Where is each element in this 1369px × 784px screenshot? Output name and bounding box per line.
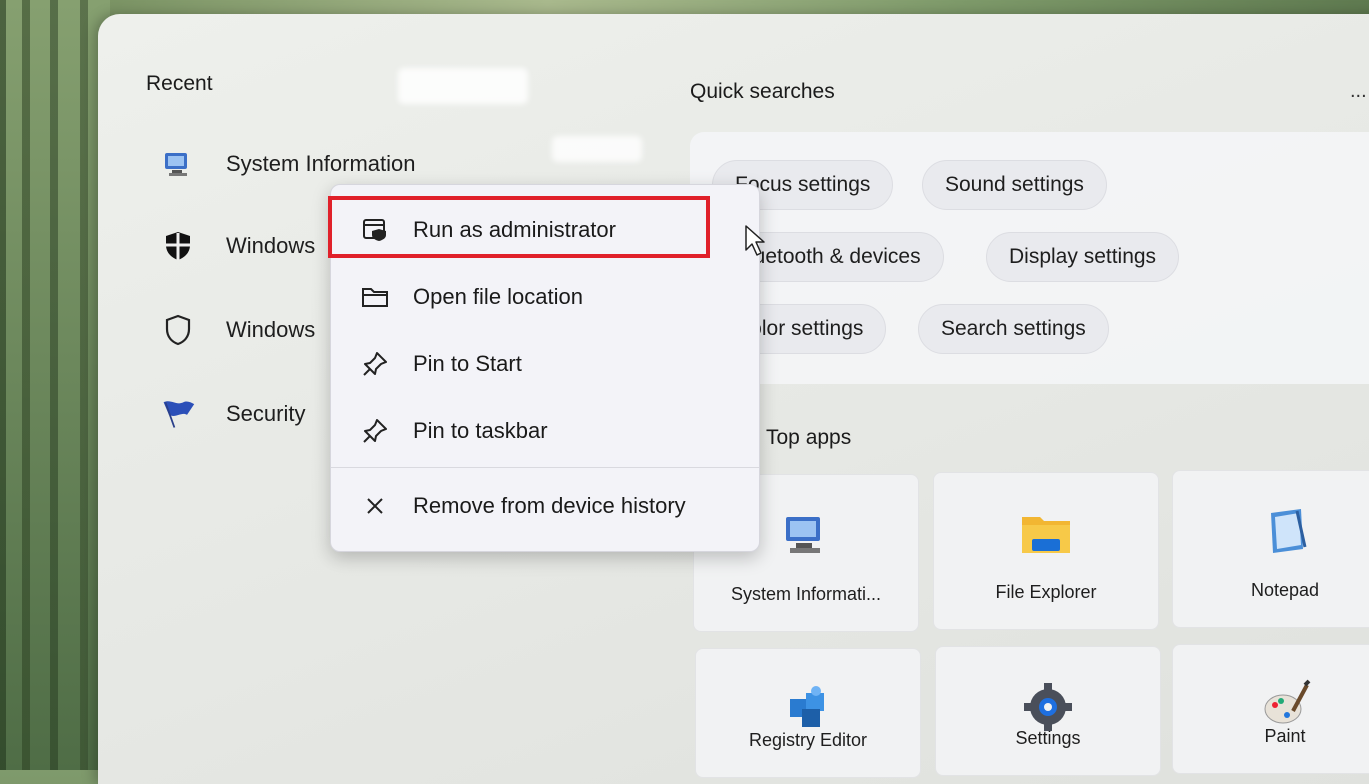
recent-item-windows-defender[interactable]: Windows xyxy=(160,310,315,350)
pin-icon xyxy=(359,415,391,447)
windows-security-shield-filled-icon xyxy=(160,231,196,261)
menu-item-open-file-location[interactable]: Open file location xyxy=(331,272,759,322)
gear-icon xyxy=(1020,679,1076,735)
security-flag-icon xyxy=(160,399,196,429)
app-tile-label: Notepad xyxy=(1250,580,1320,600)
screen-glare xyxy=(398,68,528,104)
highlight-box xyxy=(328,196,710,258)
desktop-wallpaper xyxy=(0,0,110,770)
app-tile-label: System Informati... xyxy=(730,584,882,604)
recent-heading: Recent xyxy=(146,72,213,95)
menu-item-pin-to-taskbar[interactable]: Pin to taskbar xyxy=(331,406,759,456)
paint-palette-icon xyxy=(1257,677,1313,733)
system-information-icon xyxy=(778,507,834,563)
quick-searches-heading: Quick searches xyxy=(690,80,835,103)
menu-item-label: Pin to taskbar xyxy=(413,418,548,443)
registry-editor-icon xyxy=(780,681,836,737)
app-tile-label: File Explorer xyxy=(995,582,1097,602)
more-options-button[interactable]: ... xyxy=(1350,80,1367,103)
recent-item-windows-security[interactable]: Windows xyxy=(160,226,315,266)
app-tile-registry-editor[interactable]: Registry Editor xyxy=(695,648,921,778)
chip-sound-settings[interactable]: Sound settings xyxy=(922,160,1107,210)
system-information-icon xyxy=(160,149,196,179)
folder-icon xyxy=(1018,505,1074,561)
app-tile-notepad[interactable]: Notepad xyxy=(1172,470,1369,628)
app-tile-settings[interactable]: Settings xyxy=(935,646,1161,776)
menu-item-pin-to-start[interactable]: Pin to Start xyxy=(331,339,759,389)
chip-search-settings[interactable]: Search settings xyxy=(918,304,1109,354)
menu-item-label: Remove from device history xyxy=(413,493,686,518)
recent-item-label: Security xyxy=(226,401,306,426)
top-apps-heading: Top apps xyxy=(766,426,852,449)
mouse-pointer-icon xyxy=(744,224,766,263)
app-tile-file-explorer[interactable]: File Explorer xyxy=(933,472,1159,630)
close-icon xyxy=(359,490,391,522)
recent-item-system-information[interactable]: System Information xyxy=(160,144,416,184)
recent-item-security[interactable]: Security xyxy=(160,394,305,434)
folder-outline-icon xyxy=(359,281,391,313)
recent-item-label: System Information xyxy=(226,151,416,176)
chip-display-settings[interactable]: Display settings xyxy=(986,232,1180,282)
notepad-icon xyxy=(1257,503,1313,559)
menu-divider xyxy=(331,467,759,468)
recent-item-label: Windows xyxy=(226,317,316,342)
windows-defender-shield-outline-icon xyxy=(160,314,196,346)
menu-item-remove-from-device-history[interactable]: Remove from device history xyxy=(331,481,759,531)
menu-item-label: Pin to Start xyxy=(413,351,522,376)
recent-item-label: Windows xyxy=(226,233,316,258)
pin-icon xyxy=(359,348,391,380)
menu-item-label: Open file location xyxy=(413,284,583,309)
screen-glare xyxy=(552,136,642,162)
app-tile-paint[interactable]: Paint xyxy=(1172,644,1369,774)
